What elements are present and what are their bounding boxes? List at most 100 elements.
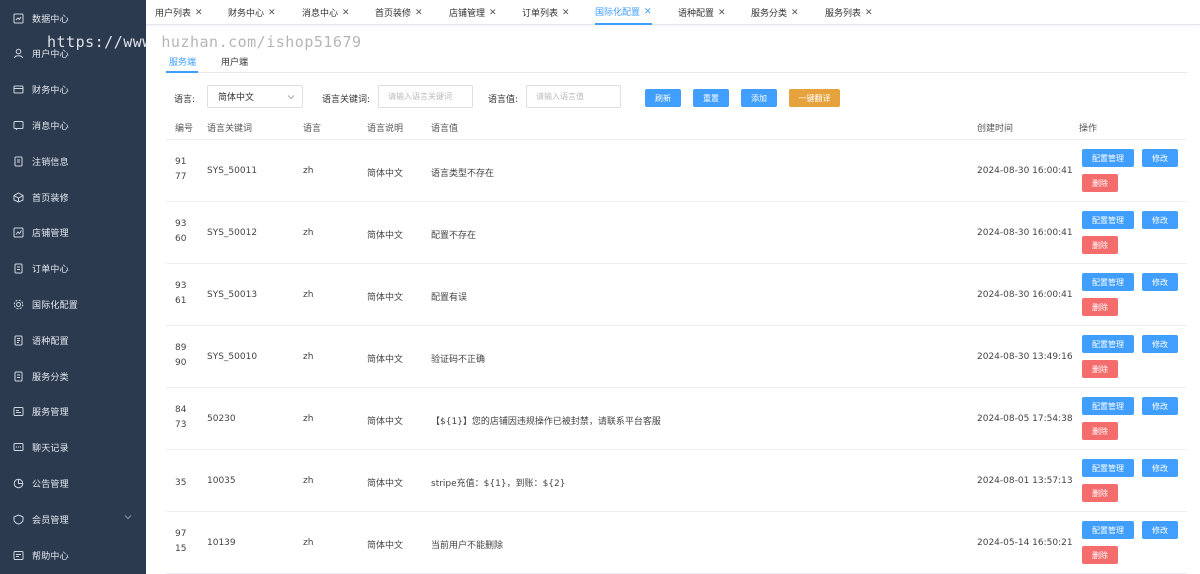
sidebar-item-4[interactable]: 注销信息	[0, 143, 146, 179]
sidebar-item-label: 语种配置	[32, 336, 69, 347]
tab-0[interactable]: 用户列表 ✕	[155, 0, 203, 25]
sidebar-item-9[interactable]: 语种配置	[0, 322, 146, 358]
language-select[interactable]: 简体中文	[207, 85, 303, 108]
row-keyword: SYS_50012	[207, 228, 258, 238]
sidebar-item-10[interactable]: 服务分类	[0, 358, 146, 394]
edit-button[interactable]: 修改	[1142, 211, 1178, 229]
close-icon[interactable]: ✕	[342, 8, 350, 18]
value-label: 语言值:	[488, 95, 519, 105]
translate-button[interactable]: 一键翻译	[789, 89, 840, 107]
config-button[interactable]: 配置管理	[1082, 521, 1134, 539]
tab-1[interactable]: 财务中心 ✕	[228, 0, 276, 25]
tab-8[interactable]: 服务分类 ✕	[751, 0, 799, 25]
delete-button[interactable]: 删除	[1082, 174, 1118, 192]
tab-6[interactable]: 国际化配置 ✕	[595, 0, 652, 25]
tab-9[interactable]: 服务列表 ✕	[825, 0, 873, 25]
sidebar-item-label: 注销信息	[32, 157, 69, 168]
close-icon[interactable]: ✕	[644, 7, 652, 17]
tab-label: 订单列表	[522, 9, 559, 19]
delete-button[interactable]: 删除	[1082, 546, 1118, 564]
delete-button[interactable]: 删除	[1082, 360, 1118, 378]
subtab-user[interactable]: 用户端	[221, 55, 248, 68]
config-button[interactable]: 配置管理	[1082, 335, 1134, 353]
row-created: 2024-08-30 16:00:41	[977, 228, 1073, 238]
close-icon[interactable]: ✕	[489, 8, 497, 18]
row-desc: 简体中文	[367, 479, 404, 489]
chevron-down-icon	[124, 515, 132, 520]
subtab-service[interactable]: 服务端	[169, 55, 196, 68]
user-icon	[13, 48, 24, 59]
sidebar-item-13[interactable]: 公告管理	[0, 465, 146, 501]
reset-button[interactable]: 重置	[693, 89, 729, 107]
sidebar-item-1[interactable]: 用户中心	[0, 36, 146, 72]
row-language: zh	[303, 166, 314, 176]
close-icon[interactable]: ✕	[791, 8, 799, 18]
tab-5[interactable]: 订单列表 ✕	[522, 0, 570, 25]
close-icon[interactable]: ✕	[718, 8, 726, 18]
row-divider	[166, 325, 1187, 326]
list-icon	[13, 335, 24, 346]
tab-label: 财务中心	[228, 9, 265, 19]
row-desc: 简体中文	[367, 417, 404, 427]
sidebar-item-8[interactable]: 国际化配置	[0, 286, 146, 322]
value-input[interactable]	[526, 85, 621, 108]
delete-button[interactable]: 删除	[1082, 298, 1118, 316]
config-button[interactable]: 配置管理	[1082, 273, 1134, 291]
close-icon[interactable]: ✕	[415, 8, 423, 18]
row-created: 2024-08-30 16:00:41	[977, 166, 1073, 176]
config-button[interactable]: 配置管理	[1082, 397, 1134, 415]
announcement-icon	[13, 478, 24, 489]
close-icon[interactable]: ✕	[562, 8, 570, 18]
edit-button[interactable]: 修改	[1142, 149, 1178, 167]
language-select-value: 简体中文	[218, 93, 255, 103]
close-icon[interactable]: ✕	[268, 8, 276, 18]
row-desc: 简体中文	[367, 355, 404, 365]
tab-2[interactable]: 消息中心 ✕	[302, 0, 350, 25]
col-header-created: 创建时间	[977, 124, 1014, 134]
service-icon	[13, 406, 24, 417]
settings-icon	[13, 299, 24, 310]
col-header-language: 语言	[303, 124, 322, 134]
sidebar-item-6[interactable]: 店铺管理	[0, 215, 146, 251]
tab-label: 服务列表	[825, 9, 862, 19]
sidebar-item-14[interactable]: 会员管理	[0, 501, 146, 537]
row-keyword: SYS_50013	[207, 290, 258, 300]
watermark-part2: huzhan	[161, 33, 219, 51]
close-icon[interactable]: ✕	[865, 8, 873, 18]
edit-button[interactable]: 修改	[1142, 273, 1178, 291]
config-button[interactable]: 配置管理	[1082, 459, 1134, 477]
row-desc: 简体中文	[367, 293, 404, 303]
row-desc: 简体中文	[367, 231, 404, 241]
delete-button[interactable]: 删除	[1082, 484, 1118, 502]
tab-3[interactable]: 首页装修 ✕	[375, 0, 423, 25]
sidebar-item-11[interactable]: 服务管理	[0, 394, 146, 430]
add-button[interactable]: 添加	[741, 89, 777, 107]
delete-button[interactable]: 删除	[1082, 422, 1118, 440]
edit-button[interactable]: 修改	[1142, 335, 1178, 353]
row-divider	[166, 201, 1187, 202]
edit-button[interactable]: 修改	[1142, 521, 1178, 539]
keyword-label: 语言关键词:	[322, 95, 371, 105]
refresh-button[interactable]: 刷新	[645, 89, 681, 107]
sidebar-item-5[interactable]: 首页装修	[0, 179, 146, 215]
row-id: 9360	[175, 219, 187, 244]
config-button[interactable]: 配置管理	[1082, 149, 1134, 167]
sidebar-item-12[interactable]: 聊天记录	[0, 430, 146, 466]
sidebar-item-label: 国际化配置	[32, 300, 79, 311]
sidebar-item-2[interactable]: 财务中心	[0, 72, 146, 108]
tab-7[interactable]: 语种配置 ✕	[678, 0, 726, 25]
delete-button[interactable]: 删除	[1082, 236, 1118, 254]
row-id: 8473	[175, 405, 187, 430]
keyword-input[interactable]	[378, 85, 473, 108]
tab-4[interactable]: 店铺管理 ✕	[449, 0, 497, 25]
sidebar-item-3[interactable]: 消息中心	[0, 107, 146, 143]
edit-button[interactable]: 修改	[1142, 397, 1178, 415]
edit-button[interactable]: 修改	[1142, 459, 1178, 477]
sidebar-item-0[interactable]: 数据中心	[0, 0, 146, 36]
config-button[interactable]: 配置管理	[1082, 211, 1134, 229]
sidebar-item-7[interactable]: 订单中心	[0, 251, 146, 287]
sidebar-item-15[interactable]: 帮助中心	[0, 537, 146, 573]
close-icon[interactable]: ✕	[195, 8, 203, 18]
language-label: 语言:	[174, 95, 196, 105]
row-created: 2024-08-01 13:57:13	[977, 476, 1073, 486]
